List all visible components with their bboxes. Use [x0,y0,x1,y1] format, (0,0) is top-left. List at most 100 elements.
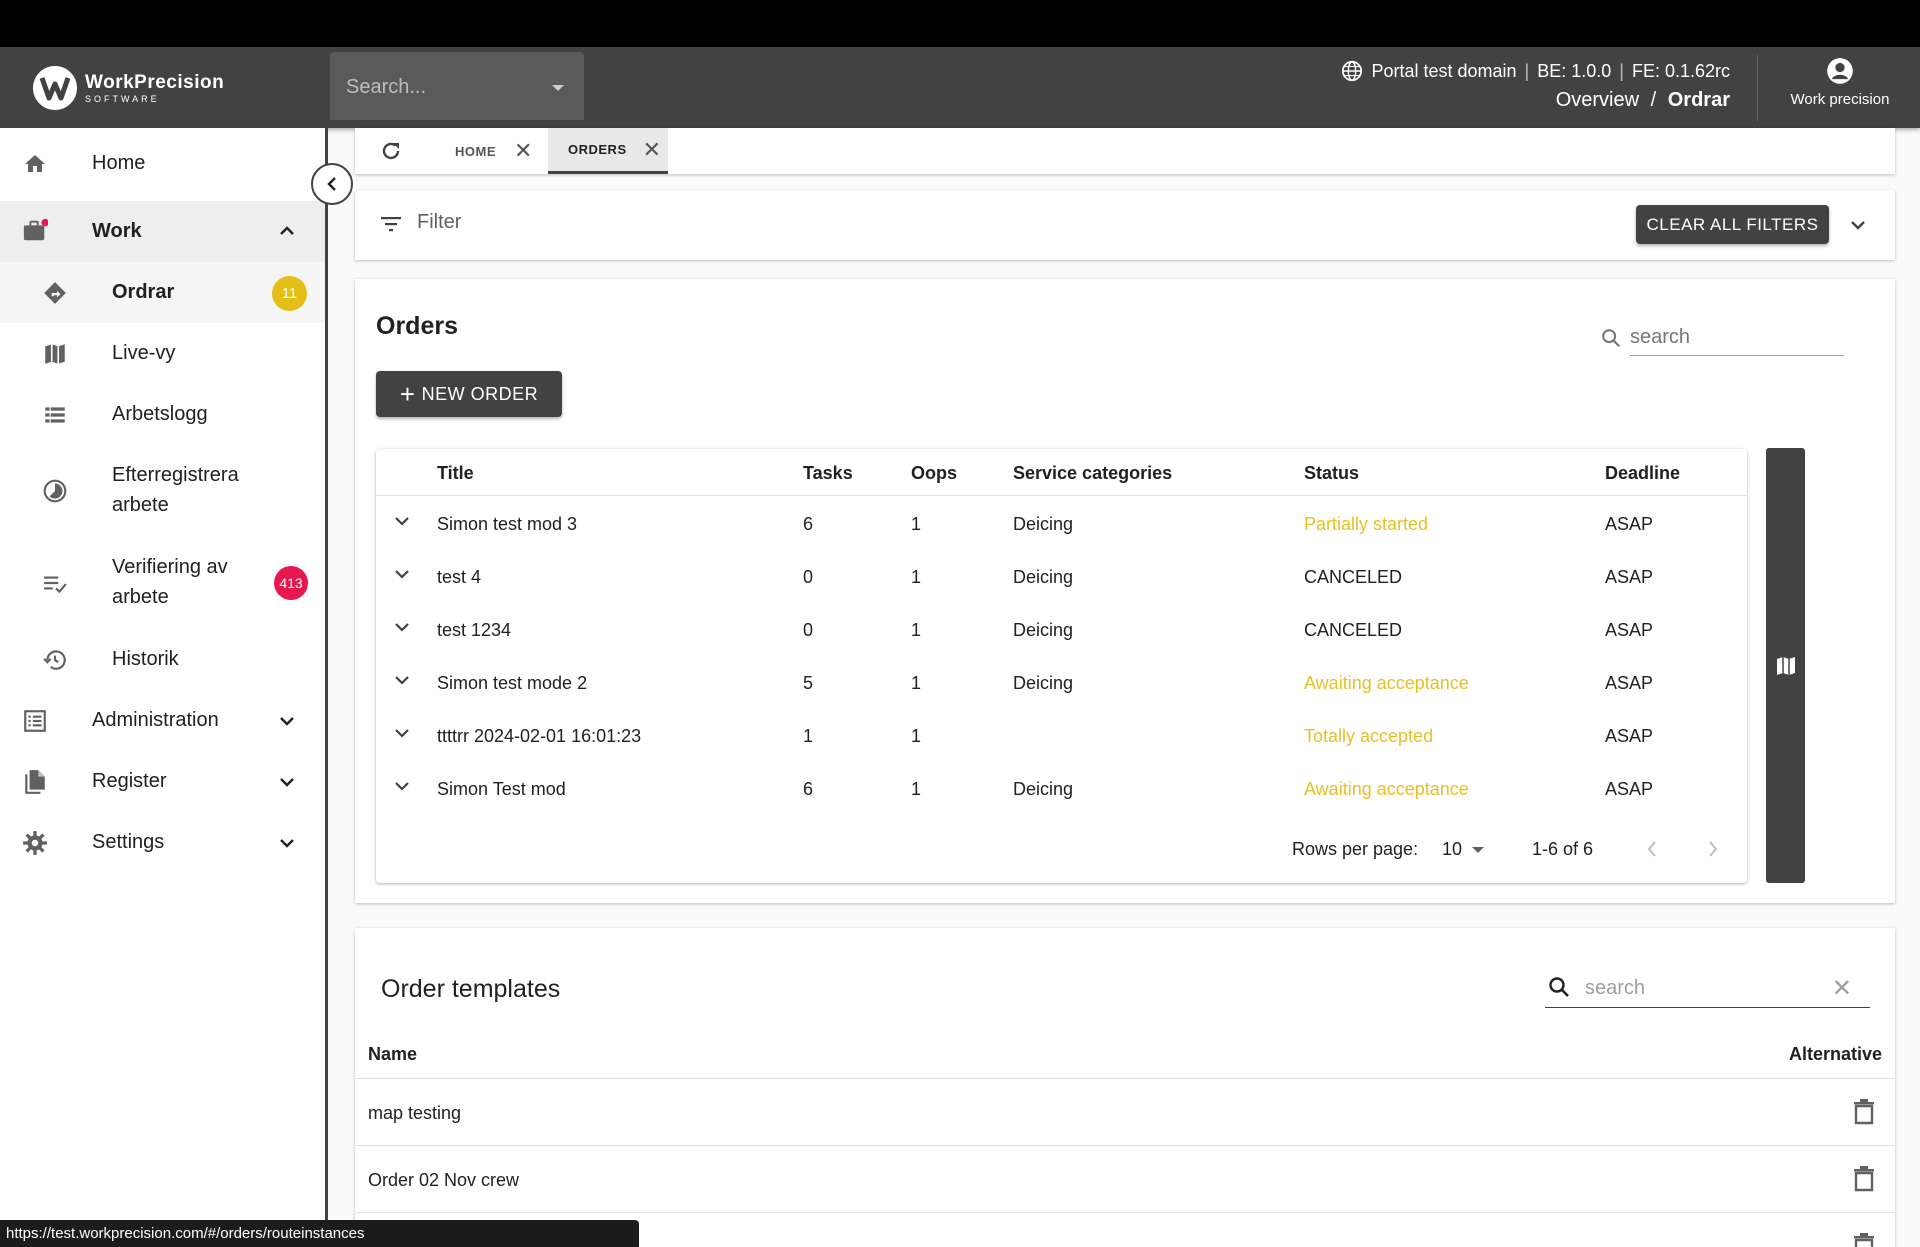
order-title: Simon test mode 2 [437,673,588,693]
history-icon [42,647,68,673]
order-tasks: 6 [803,779,814,799]
breadcrumb: Overview / Ordrar [1556,89,1730,112]
order-title: test 4 [437,567,482,587]
sidebar-item-ordrar[interactable]: Ordrar 11 [0,262,325,323]
table-row[interactable]: test 1234 0 1 Deicing CANCELED ASAP [376,603,1747,656]
sidebar-item-label: Home [92,152,146,174]
sidebar-item-efterregistrera[interactable]: Efterregistrera arbete [0,445,325,537]
expand-row-icon[interactable] [394,778,414,798]
order-title: ttttrr 2024-02-01 16:01:23 [437,726,642,746]
tabs-bar: HOME ✕ ORDERS ✕ [355,128,1895,174]
prev-page-icon[interactable] [1646,840,1658,863]
sidebar-item-live-vy[interactable]: Live-vy [0,323,325,384]
chevron-down-icon [277,833,297,853]
column-header-oops[interactable]: Oops [911,463,957,484]
template-row[interactable]: map testing [355,1078,1895,1145]
sidebar-item-label-line2: arbete [112,494,169,516]
dropdown-caret-icon [1472,847,1484,853]
order-oops: 1 [911,673,922,693]
sidebar-item-label: Arbetslogg [112,403,208,425]
table-row[interactable]: ttttrr 2024-02-01 16:01:23 1 1 Totally a… [376,709,1747,762]
sidebar-item-label: Register [92,770,167,792]
map-icon [42,341,68,367]
close-icon[interactable]: ✕ [514,138,533,164]
column-header-status[interactable]: Status [1304,463,1359,484]
rows-per-page-label: Rows per page: [1292,839,1419,859]
rows-per-page-select[interactable]: 10 [1442,839,1492,861]
delete-icon[interactable] [1853,1166,1875,1197]
sidebar-item-home[interactable]: Home [0,140,325,188]
link-preview-url: https://test.workprecision.com/#/orders/… [6,1225,365,1242]
order-templates-card: Order templates search ✕ Name Alternativ… [355,928,1895,1247]
order-service: Deicing [1013,779,1074,799]
close-icon[interactable]: ✕ [643,137,662,163]
dropdown-caret-icon [552,85,564,91]
be-version: BE: 1.0.0 [1537,60,1612,81]
gear-icon [22,830,48,856]
tab-home[interactable]: HOME ✕ [455,128,553,174]
sidebar-item-work[interactable]: Work [0,201,325,262]
sidebar-item-settings[interactable]: Settings [0,812,325,873]
order-oops: 1 [911,779,922,799]
expand-row-icon[interactable] [394,566,414,586]
global-search-select[interactable]: Search... [330,52,584,120]
map-panel-toggle[interactable] [1766,448,1805,883]
expand-row-icon[interactable] [394,672,414,692]
sidebar-item-administration[interactable]: Administration [0,690,325,751]
pagination-range: 1-6 of 6 [1532,839,1594,859]
plus-icon: + [399,379,416,409]
order-service: Deicing [1013,620,1074,640]
breadcrumb-parent[interactable]: Overview [1556,89,1639,111]
logo[interactable]: WorkPrecision SOFTWARE [33,66,224,110]
sidebar-item-label: Settings [92,831,165,853]
column-header-title[interactable]: Title [437,463,474,484]
order-deadline: ASAP [1605,620,1654,640]
order-oops: 1 [911,726,922,746]
table-row[interactable]: Simon Test mod 6 1 Deicing Awaiting acce… [376,762,1747,815]
filter-panel[interactable]: Filter CLEAR ALL FILTERS [355,190,1895,260]
order-title: Simon Test mod [437,779,566,799]
column-header-name[interactable]: Name [368,1044,417,1065]
expand-row-icon[interactable] [394,619,414,639]
sidebar-item-verifiering[interactable]: Verifiering av arbete 413 [0,537,325,629]
user-name: Work precision [1790,91,1890,108]
delete-icon[interactable] [1853,1233,1875,1247]
sidebar-item-arbetslogg[interactable]: Arbetslogg [0,384,325,445]
tab-orders[interactable]: ORDERS ✕ [548,128,668,174]
new-order-button[interactable]: + NEW ORDER [376,371,562,417]
clear-search-icon[interactable]: ✕ [1832,974,1852,1003]
admin-icon [22,708,48,734]
user-menu[interactable]: Work precision [1760,57,1920,108]
expand-row-icon[interactable] [394,725,414,745]
column-header-tasks[interactable]: Tasks [803,463,853,484]
delete-icon[interactable] [1853,1099,1875,1130]
filter-list-icon [379,212,403,241]
order-service: Deicing [1013,567,1074,587]
checklist-icon [42,570,68,596]
templates-search-input[interactable]: search ✕ [1545,966,1870,1008]
table-row[interactable]: test 4 0 1 Deicing CANCELED ASAP [376,550,1747,603]
order-status: Awaiting acceptance [1304,779,1469,799]
chevron-down-icon[interactable] [1850,217,1866,235]
table-row[interactable]: Simon test mod 3 6 1 Deicing Partially s… [376,497,1747,550]
refresh-icon[interactable] [379,139,403,168]
orders-title: Orders [376,312,458,340]
column-header-service-categories[interactable]: Service categories [1013,463,1172,484]
sidebar-item-historik[interactable]: Historik [0,629,325,690]
home-icon [22,151,48,177]
expand-row-icon[interactable] [394,513,414,533]
next-page-icon[interactable] [1707,840,1719,863]
briefcase-icon [22,218,48,244]
template-row[interactable]: Order 02 Nov crew [355,1145,1895,1212]
sidebar-collapse-button[interactable] [311,163,353,205]
order-deadline: ASAP [1605,779,1654,799]
app-bar: WorkPrecision SOFTWARE Search... Portal … [0,47,1920,128]
sidebar-item-register[interactable]: Register [0,751,325,812]
logo-name: WorkPrecision [85,71,225,93]
column-header-deadline[interactable]: Deadline [1605,463,1680,484]
domain-name: Portal test domain [1371,60,1517,81]
clear-all-filters-button[interactable]: CLEAR ALL FILTERS [1636,205,1829,244]
orders-search-input[interactable]: search [1602,315,1844,356]
order-oops: 1 [911,514,922,534]
table-row[interactable]: Simon test mode 2 5 1 Deicing Awaiting a… [376,656,1747,709]
